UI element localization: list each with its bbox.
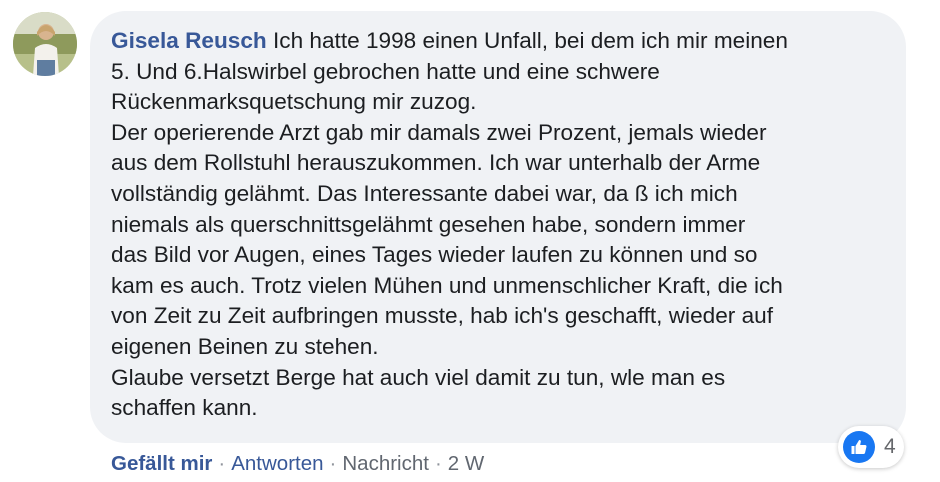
avatar[interactable]: [13, 12, 77, 76]
reply-button[interactable]: Antworten: [231, 452, 323, 475]
author-name[interactable]: Gisela Reusch: [111, 28, 267, 53]
comment-line: aus dem Rollstuhl herauszukommen. Ich wa…: [111, 150, 761, 176]
separator: ·: [218, 452, 226, 475]
message-link[interactable]: Nachricht: [342, 452, 429, 475]
thumbs-up-icon: [843, 431, 875, 463]
comment-line: schaffen kann.: [111, 395, 258, 421]
reactions-summary[interactable]: 4: [838, 426, 904, 468]
comment-bubble: Gisela Reusch Ich hatte 1998 einen Unfal…: [90, 11, 906, 443]
comment-line: kam es auch. Trotz vielen Mühen und unme…: [111, 272, 783, 298]
like-button[interactable]: Gefällt mir: [111, 452, 212, 475]
comment: Gisela Reusch Ich hatte 1998 einen Unfal…: [0, 0, 940, 482]
comment-line: niemals als querschnittsgelähmt gesehen …: [111, 211, 746, 237]
timestamp[interactable]: 2 W: [448, 452, 484, 475]
comment-line: eigenen Beinen zu stehen.: [111, 333, 379, 359]
comment-text-fragment: Ich hatte 1998 einen Unfall, bei dem ich…: [266, 28, 788, 53]
separator: ·: [329, 452, 337, 475]
comment-text: Gisela Reusch Ich hatte 1998 einen Unfal…: [111, 26, 886, 424]
comment-line: das Bild vor Augen, eines Tages wieder l…: [111, 242, 758, 268]
comment-line: Rückenmarksquetschung mir zuzog.: [111, 89, 477, 115]
reaction-count: 4: [884, 435, 896, 458]
comment-line: Glaube versetzt Berge hat auch viel dami…: [111, 364, 726, 390]
comment-line: von Zeit zu Zeit aufbringen musste, hab …: [111, 303, 773, 329]
comment-line: Gisela Reusch Ich hatte 1998 einen Unfal…: [111, 26, 886, 57]
separator: ·: [434, 452, 442, 475]
comment-line: vollständig gelähmt. Das Interessante da…: [111, 180, 738, 206]
comment-actions: Gefällt mir · Antworten · Nachricht · 2 W: [111, 450, 484, 478]
comment-line: Der operierende Arzt gab mir damals zwei…: [111, 119, 767, 145]
comment-line: 5. Und 6.Halswirbel gebrochen hatte und …: [111, 58, 660, 84]
